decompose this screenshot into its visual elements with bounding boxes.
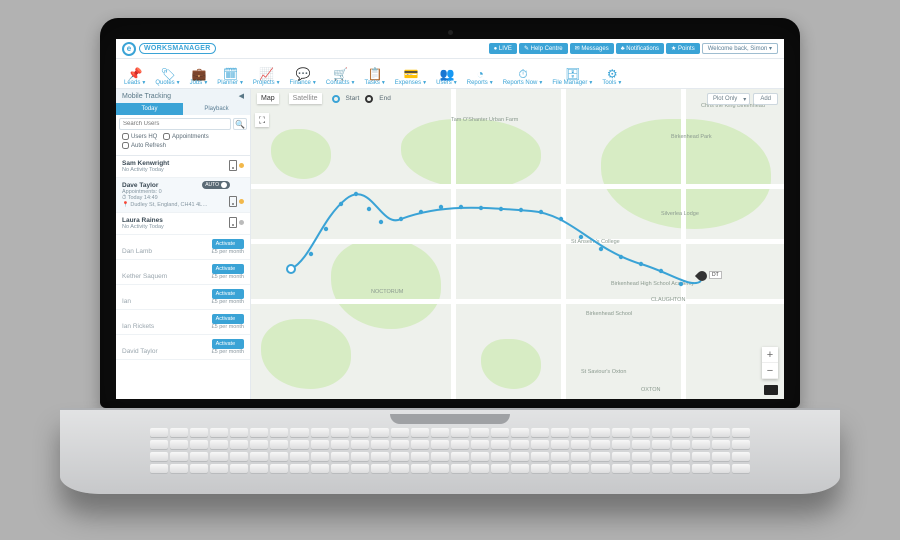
camera-dot (448, 30, 453, 35)
laptop-deck (60, 408, 840, 494)
brand-logo[interactable]: e WORKSMANAGER (122, 42, 216, 56)
streetview-thumb[interactable] (764, 385, 778, 395)
archive-icon: 🗄 (565, 68, 580, 80)
gear-icon: ⚙ (607, 68, 618, 80)
nav-users[interactable]: 👥Users▼ (436, 68, 458, 86)
app-screen: e WORKSMANAGER ● LIVE ✎ Help Centre ✉ Me… (116, 39, 784, 399)
nav-contacts[interactable]: 🛒Contacts▼ (326, 68, 356, 86)
nav-expenses[interactable]: 💳Expenses▼ (395, 68, 427, 86)
filter-appointments[interactable]: Appointments (163, 133, 209, 140)
nav-projects[interactable]: 📈Projects▼ (253, 68, 281, 86)
zoom-in-button[interactable]: + (762, 347, 778, 363)
nav-tasks[interactable]: 📋Tasks▼ (365, 68, 386, 86)
map-area[interactable]: Tam O'Shanter Urban FarmBirkenhead ParkC… (251, 89, 784, 399)
nav-planner[interactable]: 🗓Planner▼ (217, 68, 244, 86)
messages-pill[interactable]: ✉ Messages (570, 43, 614, 54)
activate-button[interactable]: Activate (212, 339, 244, 349)
status-dot (239, 199, 244, 204)
nav-finance[interactable]: 💬Finance▼ (290, 68, 317, 86)
content-area: Mobile Tracking◀ Today Playback 🔍 Users … (116, 89, 784, 399)
notifications-pill[interactable]: ♣ Notifications (616, 43, 664, 54)
cart-icon: 🛒 (333, 68, 348, 80)
activate-button[interactable]: Activate (212, 314, 244, 324)
tracking-sidebar: Mobile Tracking◀ Today Playback 🔍 Users … (116, 89, 251, 399)
filter-auto-refresh[interactable]: Auto Refresh (122, 142, 166, 149)
phone-icon (229, 196, 237, 207)
inactive-user-row: Kether SaquemActivate£5 per month (116, 260, 250, 285)
clipboard-icon: 📋 (368, 68, 383, 80)
chart-icon: 📈 (259, 68, 274, 80)
nav-reports-now[interactable]: ⏱Reports Now▼ (503, 68, 544, 86)
filter-checkboxes: Users HQ Appointments Auto Refresh (116, 133, 250, 156)
live-pill[interactable]: ● LIVE (489, 43, 517, 54)
user-row[interactable]: Laura Raines No Activity Today (116, 213, 250, 235)
nav-reports[interactable]: ◔Reports▼ (467, 68, 494, 86)
main-nav: 📌Leads▼ 🏷Quotes▼ 💼Jobs▼ 🗓Planner▼ 📈Proje… (116, 59, 784, 89)
activate-button[interactable]: Activate (212, 264, 244, 274)
pie-icon: ◔ (477, 68, 484, 80)
tracking-route (251, 89, 784, 399)
sidebar-tabs: Today Playback (116, 103, 250, 115)
inactive-user-row: Dan LambActivate£5 per month (116, 235, 250, 260)
screen-bezel: e WORKSMANAGER ● LIVE ✎ Help Centre ✉ Me… (100, 18, 800, 408)
sidebar-title: Mobile Tracking◀ (116, 89, 250, 103)
status-dot (239, 220, 244, 225)
tab-today[interactable]: Today (116, 103, 183, 115)
points-pill[interactable]: ★ Points (666, 43, 700, 54)
plot-dropdown[interactable]: Plot Only (707, 93, 750, 105)
activate-button[interactable]: Activate (212, 239, 244, 249)
zoom-out-button[interactable]: − (762, 363, 778, 379)
clock-icon: ⏱ (518, 68, 527, 80)
topbar-buttons: ● LIVE ✎ Help Centre ✉ Messages ♣ Notifi… (489, 43, 778, 54)
end-marker[interactable]: DT (697, 271, 711, 285)
help-centre-pill[interactable]: ✎ Help Centre (519, 43, 568, 54)
inactive-user-row: IanActivate£5 per month (116, 285, 250, 310)
status-dot (239, 163, 244, 168)
users-icon: 👥 (439, 68, 454, 80)
fullscreen-button[interactable]: ⛶ (255, 113, 269, 127)
user-list: Sam Kenwright No Activity Today Dave Tay… (116, 156, 250, 399)
chat-icon: 💬 (296, 68, 311, 80)
briefcase-icon: 💼 (191, 68, 206, 80)
end-marker-icon (365, 95, 373, 103)
brand-name: WORKSMANAGER (139, 43, 216, 54)
pin-icon: 📌 (128, 68, 143, 80)
nav-file-manager[interactable]: 🗄File Manager▼ (552, 68, 593, 86)
inactive-user-row: Ian RicketsActivate£5 per month (116, 310, 250, 335)
inactive-user-row: David TaylorActivate£5 per month (116, 335, 250, 360)
tag-icon: 🏷 (160, 68, 175, 80)
tab-playback[interactable]: Playback (183, 103, 250, 115)
activate-button[interactable]: Activate (212, 289, 244, 299)
search-button[interactable]: 🔍 (233, 118, 247, 130)
map-type-tabs: Map Satellite Start End (257, 93, 391, 104)
calendar-icon: 🗓 (223, 68, 238, 80)
user-row[interactable]: Sam Kenwright No Activity Today (116, 156, 250, 178)
map-tab[interactable]: Map (257, 93, 279, 104)
phone-icon (229, 160, 237, 171)
nav-quotes[interactable]: 🏷Quotes▼ (155, 68, 180, 86)
add-button[interactable]: Add (753, 93, 778, 105)
search-users-input[interactable] (119, 118, 231, 130)
zoom-control: + − (762, 347, 778, 379)
satellite-tab[interactable]: Satellite (289, 93, 322, 104)
phone-icon (229, 217, 237, 228)
route-legend: Start End (332, 95, 391, 103)
filter-users-hq[interactable]: Users HQ (122, 133, 157, 140)
top-bar: e WORKSMANAGER ● LIVE ✎ Help Centre ✉ Me… (116, 39, 784, 59)
user-row-selected[interactable]: Dave Taylor Appointments: 0 ⏱ Today 14:4… (116, 178, 250, 213)
nav-leads[interactable]: 📌Leads▼ (124, 68, 146, 86)
card-icon: 💳 (403, 68, 418, 80)
nav-jobs[interactable]: 💼Jobs▼ (190, 68, 209, 86)
brand-mark: e (122, 42, 136, 56)
start-marker-icon (332, 95, 340, 103)
laptop-mockup: e WORKSMANAGER ● LIVE ✎ Help Centre ✉ Me… (100, 18, 800, 498)
user-menu[interactable]: Welcome back, Simon ▾ (702, 43, 778, 54)
auto-badge[interactable]: AUTO (202, 181, 230, 189)
close-icon[interactable]: ◀ (239, 92, 244, 100)
nav-tools[interactable]: ⚙Tools▼ (602, 68, 622, 86)
